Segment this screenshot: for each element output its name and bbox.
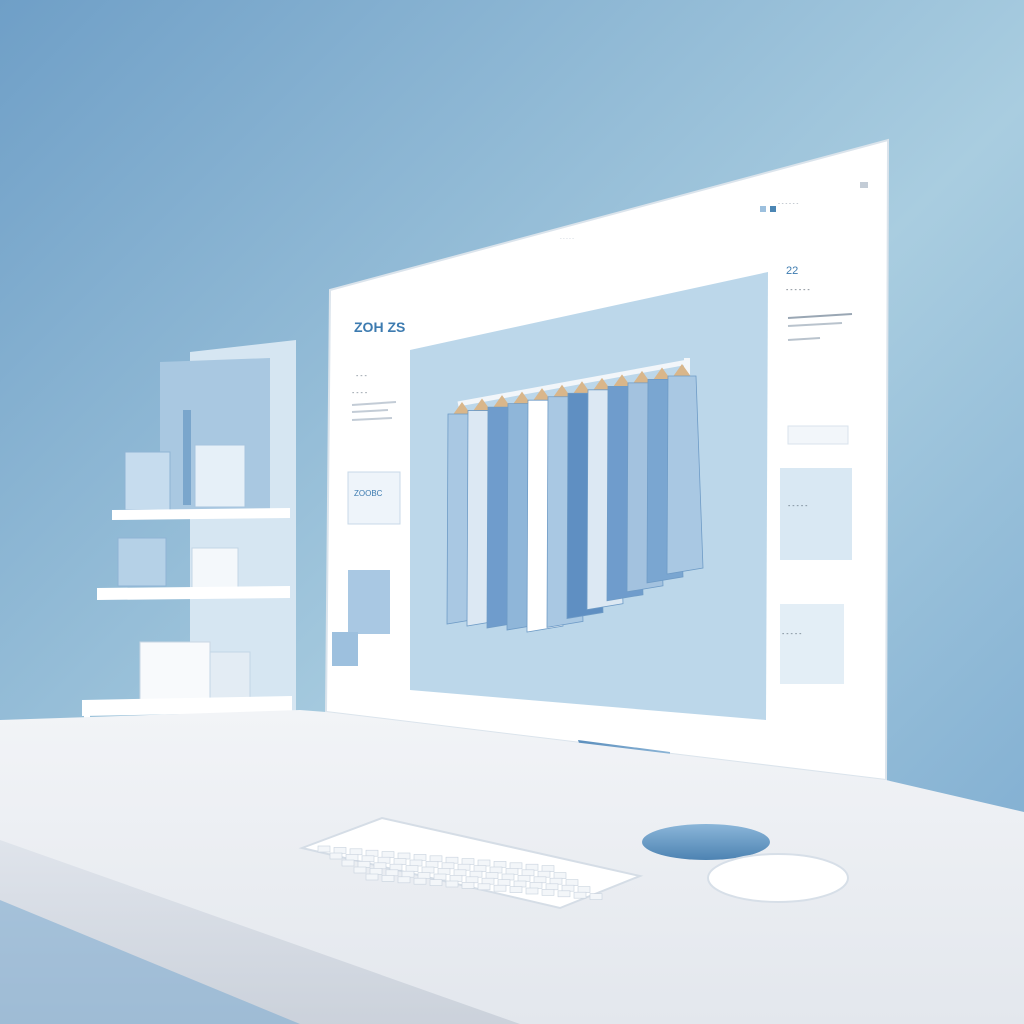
- right-title: - - - - - -: [786, 287, 810, 294]
- right-card-1-text: - - - - -: [788, 503, 808, 510]
- right-card-1: [780, 468, 852, 560]
- header-line: - - - - -: [560, 236, 574, 242]
- left-label-1: - - -: [356, 373, 368, 380]
- right-number: 22: [786, 265, 798, 277]
- nav-top: - - - - - -: [778, 201, 798, 207]
- site-logo[interactable]: ZOH ZS: [354, 319, 405, 335]
- left-card-text: ZOOBC: [354, 489, 383, 498]
- right-card-2: [780, 604, 844, 684]
- left-label-2: - - - -: [352, 390, 368, 397]
- right-card-2-text: - - - - -: [782, 631, 802, 638]
- scene: ZOH ZS - - - - - - - - - - - - - - - - -…: [0, 0, 1024, 1024]
